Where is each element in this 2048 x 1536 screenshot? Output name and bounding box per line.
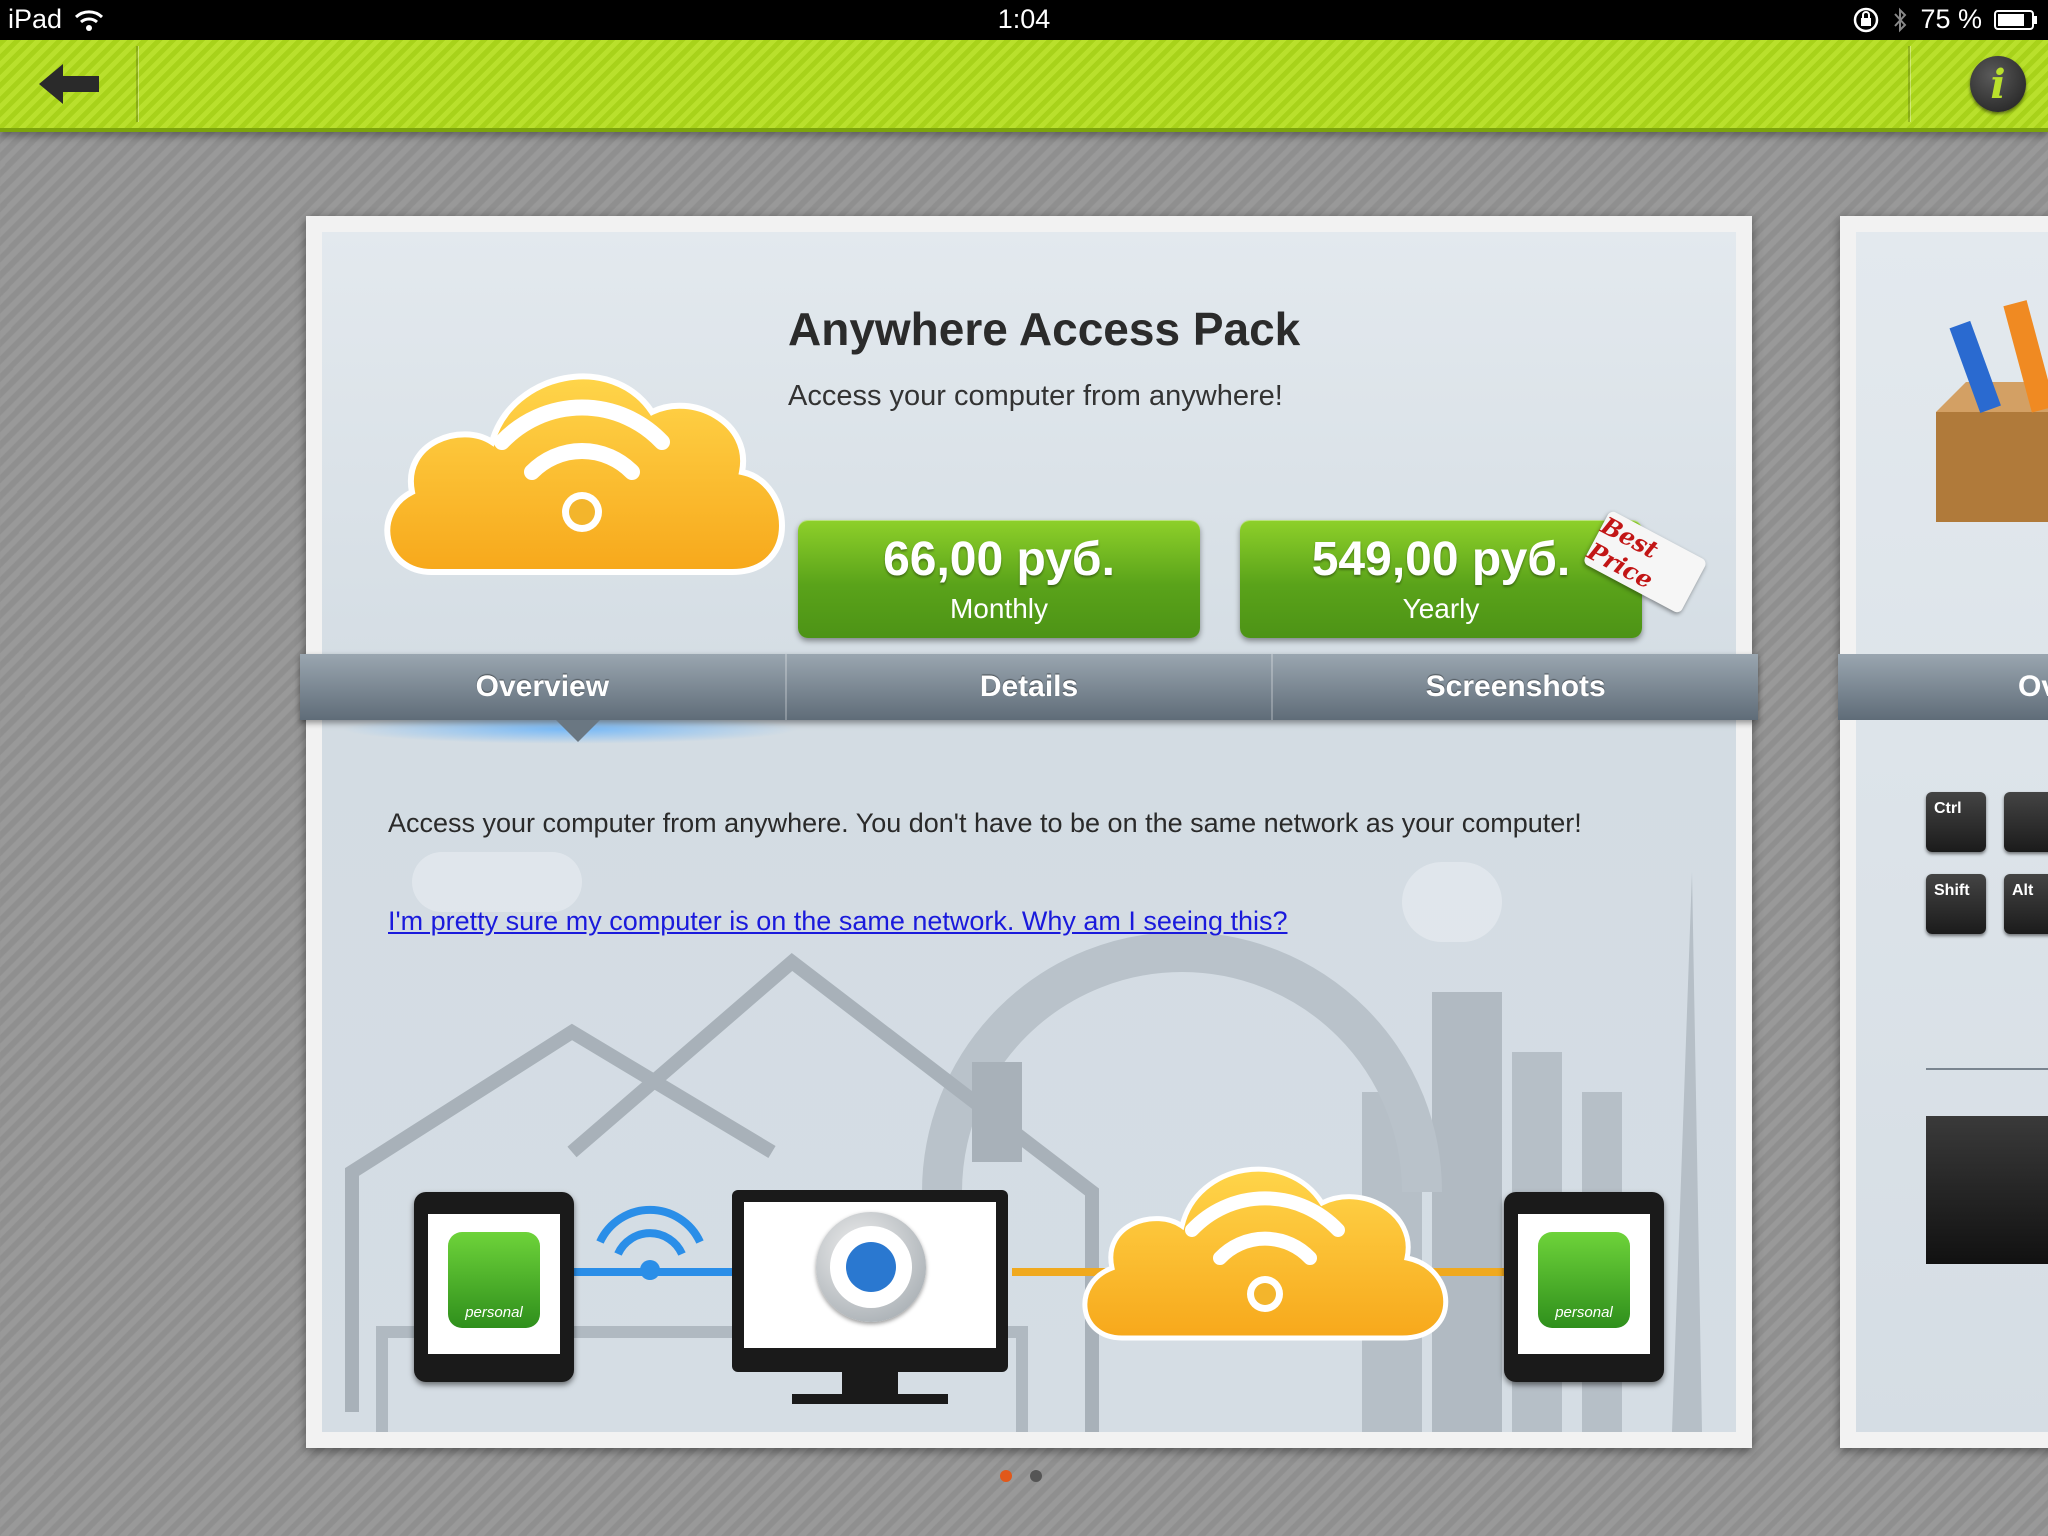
overview-description: Access your computer from anywhere. You …: [388, 808, 1582, 838]
status-bar: iPad 1:04 75 %: [0, 0, 2048, 40]
toolbox-icon: [1936, 300, 2048, 522]
monthly-price-button[interactable]: 66,00 руб. Monthly: [798, 520, 1200, 638]
monthly-price: 66,00 руб.: [883, 533, 1115, 586]
page-dot-1[interactable]: [1000, 1470, 1012, 1482]
tab-selection-pointer: [556, 720, 600, 742]
toolbar-separator: [1908, 46, 1910, 122]
right-tablet: personal: [1504, 1192, 1664, 1382]
same-network-help-link[interactable]: I'm pretty sure my computer is on the sa…: [388, 906, 1288, 937]
cloud-icon: [1082, 1166, 1449, 1341]
key-shift: Shift: [1926, 874, 1986, 934]
back-arrow-icon: [39, 64, 99, 104]
product-title: Anywhere Access Pack: [788, 303, 1301, 355]
app-label: personal: [1555, 1304, 1613, 1321]
key-ctrl: Ctrl: [1926, 792, 1986, 852]
next-card-tab-label[interactable]: Ov: [2018, 670, 2048, 704]
key-alt: Alt: [2004, 874, 2048, 934]
page-dot-2[interactable]: [1030, 1470, 1042, 1482]
app-label: personal: [465, 1304, 523, 1321]
battery-percent: 75 %: [1920, 4, 1982, 34]
info-button[interactable]: i: [1970, 56, 2026, 112]
splashtop-streamer-icon: [816, 1212, 926, 1322]
next-product-card-inner: Ctrl Shift Alt: [1856, 232, 2048, 1432]
computer-monitor: [732, 1190, 1008, 1372]
tab-overview[interactable]: Overview: [300, 654, 787, 720]
left-tablet: personal: [414, 1192, 574, 1382]
toolbar-separator: [136, 46, 138, 122]
yearly-price-button[interactable]: 549,00 руб. Yearly: [1240, 520, 1642, 638]
rotation-lock-icon: [1854, 7, 1879, 32]
yearly-price: 549,00 руб.: [1311, 533, 1571, 586]
tab-bar: Overview Details Screenshots: [300, 654, 1758, 720]
battery-icon: [1994, 9, 2037, 30]
gesture-thumbnail: [1926, 1116, 2048, 1264]
bluetooth-icon: [1894, 7, 1907, 32]
toolbar: i: [0, 40, 2048, 132]
next-product-card[interactable]: Ctrl Shift Alt: [1840, 216, 2048, 1448]
tab-screenshots[interactable]: Screenshots: [1273, 654, 1758, 720]
product-subtitle: Access your computer from anywhere!: [788, 380, 1283, 412]
cloud-wifi-icon: [384, 373, 785, 575]
clock: 1:04: [997, 4, 1051, 34]
page-indicator[interactable]: [1000, 1470, 1042, 1482]
back-button[interactable]: [20, 52, 120, 116]
divider: [1926, 1068, 2048, 1070]
yearly-label: Yearly: [1402, 593, 1480, 624]
tab-details[interactable]: Details: [787, 654, 1274, 720]
key-splashtop: [2004, 792, 2048, 852]
next-card-tab-bar: Ov: [1838, 654, 2048, 720]
monthly-label: Monthly: [949, 593, 1049, 624]
wifi-signal-icon: [596, 1205, 704, 1280]
